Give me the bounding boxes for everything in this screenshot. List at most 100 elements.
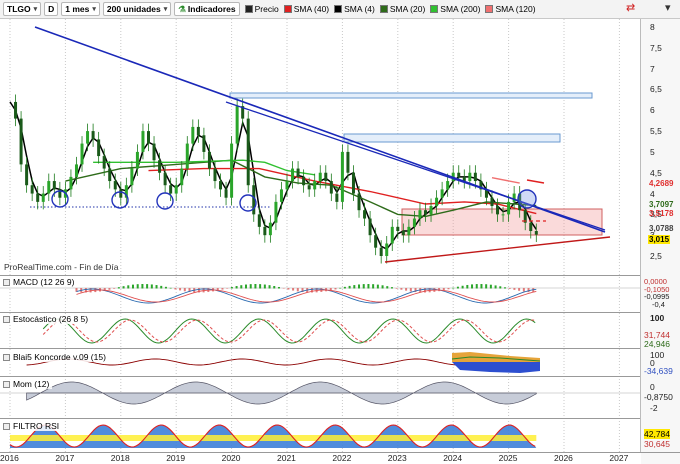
- candle-body: [36, 193, 40, 202]
- candle-body: [113, 181, 117, 190]
- mom-title[interactable]: Mom (12): [3, 379, 53, 389]
- macd-bar: [122, 286, 125, 289]
- candle-body: [158, 160, 162, 173]
- candle-body: [230, 143, 234, 198]
- rsi-tag-0: 42,784: [644, 429, 670, 439]
- candle-body: [169, 185, 173, 194]
- macd-bar: [254, 284, 257, 289]
- candle-body: [490, 197, 494, 207]
- candle-body: [440, 189, 444, 198]
- candle-body: [279, 189, 283, 202]
- time-axis-label: 2023: [387, 453, 407, 463]
- panel-icon: [3, 315, 10, 323]
- resistance-box-top[interactable]: [229, 92, 593, 99]
- tag-sma20: 3,7097: [649, 200, 674, 209]
- candle-body: [202, 135, 206, 152]
- macd-title[interactable]: MACD (12 26 9): [3, 277, 78, 287]
- macd-bar: [230, 287, 233, 289]
- time-axis-label: 2019: [166, 453, 186, 463]
- candle-body: [313, 181, 317, 190]
- macd-bar: [287, 288, 290, 290]
- rsi-title-label: FILTRO RSI: [13, 421, 60, 431]
- candle-body: [108, 168, 112, 182]
- macd-bar: [249, 284, 252, 289]
- candle-body: [25, 164, 29, 186]
- macd-bar: [494, 285, 497, 289]
- time-axis-label: 2022: [332, 453, 352, 463]
- candle-body: [74, 164, 78, 177]
- price-tick-label: 4,5: [650, 167, 662, 178]
- macd-bar: [150, 284, 153, 289]
- macd-bar: [113, 288, 116, 289]
- time-axis-label: 2021: [277, 453, 296, 463]
- candle-body: [407, 226, 411, 236]
- macd-bar: [169, 287, 172, 289]
- candle-body: [401, 231, 405, 236]
- macd-bar: [508, 288, 511, 289]
- candle-body: [219, 181, 223, 190]
- macd-bar: [277, 286, 280, 289]
- macd-bar: [160, 285, 163, 289]
- chart-canvas[interactable]: [0, 0, 680, 464]
- candle-body: [235, 106, 239, 144]
- circle-marker-current[interactable]: [517, 189, 537, 209]
- macd-bar: [245, 284, 248, 289]
- candle-body: [285, 181, 289, 190]
- candle-body: [207, 151, 211, 169]
- candle-body: [14, 101, 18, 119]
- tag-price: 3,015: [648, 235, 671, 244]
- candle-body: [357, 193, 361, 211]
- candle-body: [47, 181, 51, 194]
- stoch-tag-2: 24,946: [644, 339, 670, 349]
- macd-bar: [452, 287, 455, 289]
- candle-body: [374, 235, 378, 248]
- price-tick-label: 6: [650, 105, 655, 116]
- stoch-tag-0: 100: [650, 313, 665, 323]
- candle-body: [147, 131, 150, 144]
- resistance-box-mid[interactable]: [343, 133, 561, 143]
- tag-sma40: 3,5178: [649, 209, 674, 218]
- panel-icon: [3, 380, 10, 388]
- macd-bar: [489, 284, 492, 289]
- candle-body: [446, 181, 450, 190]
- candle-body: [324, 172, 328, 182]
- rsi-title[interactable]: FILTRO RSI: [3, 421, 63, 431]
- candle-body: [368, 218, 372, 236]
- stoch-title[interactable]: Estocástico (26 8 5): [3, 314, 92, 324]
- macd-bar: [127, 285, 130, 289]
- candle-body: [468, 172, 472, 182]
- panel-icon: [3, 278, 10, 286]
- macd-bar: [282, 288, 285, 289]
- price-tick-label: 7,5: [650, 42, 662, 53]
- time-axis-label: 2027: [609, 453, 629, 463]
- candle-body: [274, 201, 278, 223]
- candle-body: [496, 206, 500, 215]
- macd-bar: [292, 288, 295, 291]
- mom-tag-2: -2: [650, 403, 658, 413]
- candle-body: [418, 210, 422, 219]
- candle-body: [268, 222, 272, 236]
- macd-bar: [296, 288, 299, 292]
- macd-bar: [240, 285, 243, 289]
- candle-body: [196, 126, 200, 136]
- blai-title[interactable]: Blai5 Koncorde v.09 (15): [3, 352, 109, 362]
- candle-body: [180, 168, 184, 186]
- macd-bar: [367, 284, 370, 289]
- rsi-tag-1: 30,645: [644, 439, 670, 449]
- candle-body: [318, 172, 322, 182]
- macd-bar: [503, 287, 506, 289]
- macd-bar: [409, 288, 412, 292]
- macd-tag-3: -0,4: [652, 300, 665, 309]
- macd-bar: [141, 284, 144, 289]
- macd-bar: [466, 284, 469, 289]
- macd-bar: [108, 288, 111, 290]
- candle-body: [396, 226, 400, 232]
- panel-icon: [3, 422, 10, 430]
- candle-body: [119, 189, 123, 198]
- candle-body: [429, 206, 433, 215]
- macd-bar: [343, 286, 346, 289]
- macd-bar: [164, 286, 167, 289]
- candle-body: [424, 210, 427, 215]
- price-tick-label: 8: [650, 22, 655, 32]
- blai-title-label: Blai5 Koncorde v.09 (15): [13, 352, 106, 362]
